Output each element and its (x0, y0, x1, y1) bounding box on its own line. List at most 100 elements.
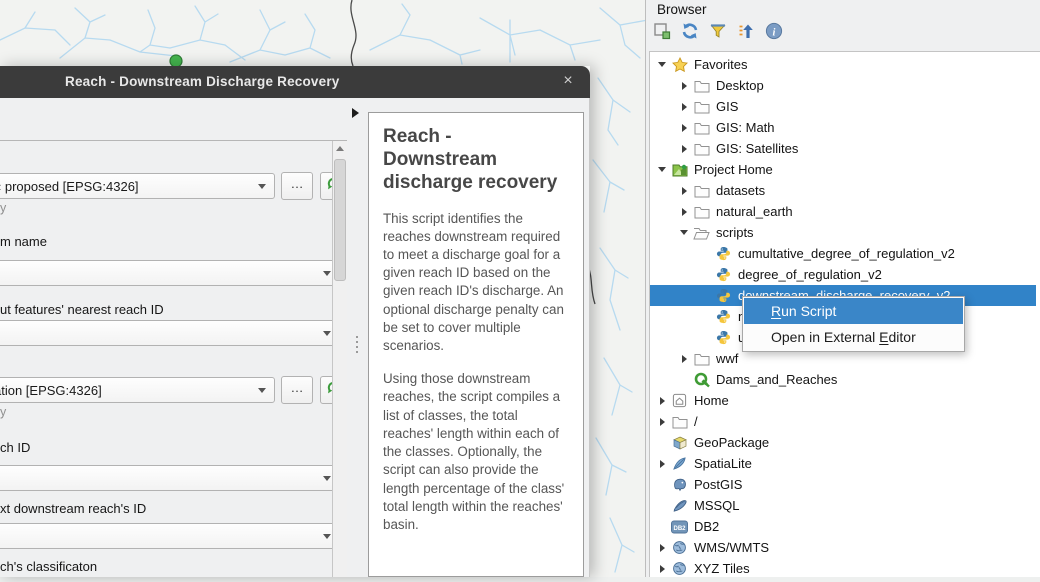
spatialite-icon (671, 456, 688, 472)
chevron-right-icon[interactable] (682, 208, 687, 216)
tree-item-label: PostGIS (694, 477, 742, 492)
parameter-label: ut features' nearest reach ID (0, 302, 164, 317)
chevron-right-icon[interactable] (660, 565, 665, 573)
parameter-row: « proposed [EPSG:4326] … (0, 172, 347, 200)
globe-icon (671, 561, 688, 577)
tree-item-datasets[interactable]: datasets (650, 180, 1014, 201)
parameter-row: ation [EPSG:4326]… (0, 376, 347, 404)
combobox-value: « proposed [EPSG:4326] (0, 179, 139, 194)
tree-item-mssql[interactable]: MSSQL (650, 495, 992, 516)
field-combobox[interactable] (0, 465, 340, 491)
parameters-form: « proposed [EPSG:4326]…ym nameut feature… (0, 140, 347, 577)
chevron-down-icon[interactable] (658, 62, 666, 67)
tree-item-label: GeoPackage (694, 435, 769, 450)
collapse-all-button[interactable] (734, 21, 758, 45)
chevron-right-icon[interactable] (660, 460, 665, 468)
tree-item-label: GIS: Math (716, 120, 775, 135)
chevron-right-icon[interactable] (682, 124, 687, 132)
dialog-title: Reach - Downstream Discharge Recovery (65, 66, 340, 98)
add-selected-layers-button[interactable] (650, 21, 674, 45)
chevron-down-icon (258, 184, 266, 189)
tree-item-gis[interactable]: GIS (650, 96, 1014, 117)
layer-combobox[interactable]: « proposed [EPSG:4326] (0, 173, 275, 199)
tree-item-label: wwf (716, 351, 738, 366)
tree-item-label: WMS/WMTS (694, 540, 769, 555)
browse-button[interactable]: … (281, 376, 313, 404)
refresh-icon (680, 21, 700, 46)
close-icon[interactable]: × (559, 72, 577, 90)
form-scrollbar[interactable] (332, 141, 347, 577)
browse-button[interactable]: … (281, 172, 313, 200)
tree-item-desktop[interactable]: Desktop (650, 75, 1014, 96)
properties-widget-button[interactable]: i (762, 21, 786, 45)
tree-item-home[interactable]: Home (650, 390, 992, 411)
tree-item--[interactable]: / (650, 411, 992, 432)
chevron-down-icon[interactable] (658, 167, 666, 172)
folder-icon (693, 141, 710, 157)
chevron-down-icon[interactable] (680, 230, 688, 235)
chevron-right-icon[interactable] (660, 544, 665, 552)
browser-toolbar: i (650, 21, 786, 45)
chevron-right-icon[interactable] (682, 355, 687, 363)
folder-icon (693, 78, 710, 94)
tree-item-natural-earth[interactable]: natural_earth (650, 201, 1014, 222)
chevron-down-icon (323, 271, 331, 276)
tree-item-db2[interactable]: DB2DB2 (650, 516, 992, 537)
menu-item-run-script[interactable]: Run Script (744, 298, 963, 324)
tree-item-label: DB2 (694, 519, 719, 534)
svg-text:i: i (773, 27, 776, 38)
chevron-right-icon[interactable] (682, 145, 687, 153)
favorites-star-icon (671, 57, 688, 73)
chevron-right-icon[interactable] (660, 418, 665, 426)
field-combobox[interactable] (0, 320, 340, 346)
tree-item-label: scripts (716, 225, 754, 240)
python-script-icon (715, 309, 732, 325)
tree-item-cumultative-degree-of-regulation-v2[interactable]: cumultative_degree_of_regulation_v2 (650, 243, 1036, 264)
scrollbar-thumb[interactable] (334, 159, 346, 281)
parameter-row (0, 523, 340, 549)
chevron-right-icon[interactable] (682, 103, 687, 111)
tree-item-label: degree_of_regulation_v2 (738, 267, 882, 282)
tree-item-spatialite[interactable]: SpatiaLite (650, 453, 992, 474)
folder-icon (693, 351, 710, 367)
dialog-titlebar[interactable]: Reach - Downstream Discharge Recovery × (0, 66, 590, 98)
tree-item-label: Desktop (716, 78, 764, 93)
refresh-button[interactable] (678, 21, 702, 45)
tree-item-postgis[interactable]: PostGIS (650, 474, 992, 495)
python-script-icon (715, 267, 732, 283)
home-icon (671, 393, 688, 409)
tree-item-scripts[interactable]: scripts (650, 222, 1014, 243)
python-script-icon (715, 288, 732, 304)
parameter-row (0, 320, 340, 346)
filter-browser-button[interactable] (706, 21, 730, 45)
tree-item-xyz-tiles[interactable]: XYZ Tiles (650, 558, 992, 577)
tree-item-label: Dams_and_Reaches (716, 372, 837, 387)
python-script-icon (715, 330, 732, 346)
properties-widget-icon: i (764, 21, 784, 46)
collapse-help-arrow-icon[interactable] (352, 108, 359, 118)
field-combobox[interactable] (0, 523, 340, 549)
python-script-icon (715, 246, 732, 262)
dialog-body: « proposed [EPSG:4326]…ym nameut feature… (0, 98, 590, 577)
chevron-right-icon[interactable] (682, 187, 687, 195)
add-selected-layers-icon (652, 21, 672, 46)
tree-item-gis-satellites[interactable]: GIS: Satellites (650, 138, 1014, 159)
tree-item-geopackage[interactable]: GeoPackage (650, 432, 992, 453)
scroll-up-icon[interactable] (336, 146, 344, 151)
field-combobox[interactable] (0, 260, 340, 286)
tree-item-project-home[interactable]: Project Home (650, 159, 992, 180)
tree-item-label: SpatiaLite (694, 456, 752, 471)
tree-item-dams-and-reaches[interactable]: Dams_and_Reaches (650, 369, 1014, 390)
help-paragraph: This script identifies the reaches downs… (383, 210, 570, 356)
tree-item-degree-of-regulation-v2[interactable]: degree_of_regulation_v2 (650, 264, 1036, 285)
splitter-handle[interactable] (356, 333, 358, 356)
chevron-right-icon[interactable] (660, 397, 665, 405)
tree-item-favorites[interactable]: Favorites (650, 54, 992, 75)
tree-item-gis-math[interactable]: GIS: Math (650, 117, 1014, 138)
browser-panel-title: Browser (657, 2, 707, 17)
menu-item-open-in-external-editor[interactable]: Open in External Editor (744, 324, 963, 350)
chevron-right-icon[interactable] (682, 82, 687, 90)
layer-combobox[interactable]: ation [EPSG:4326] (0, 377, 275, 403)
tree-item-wms-wmts[interactable]: WMS/WMTS (650, 537, 992, 558)
tree-item-label: natural_earth (716, 204, 793, 219)
